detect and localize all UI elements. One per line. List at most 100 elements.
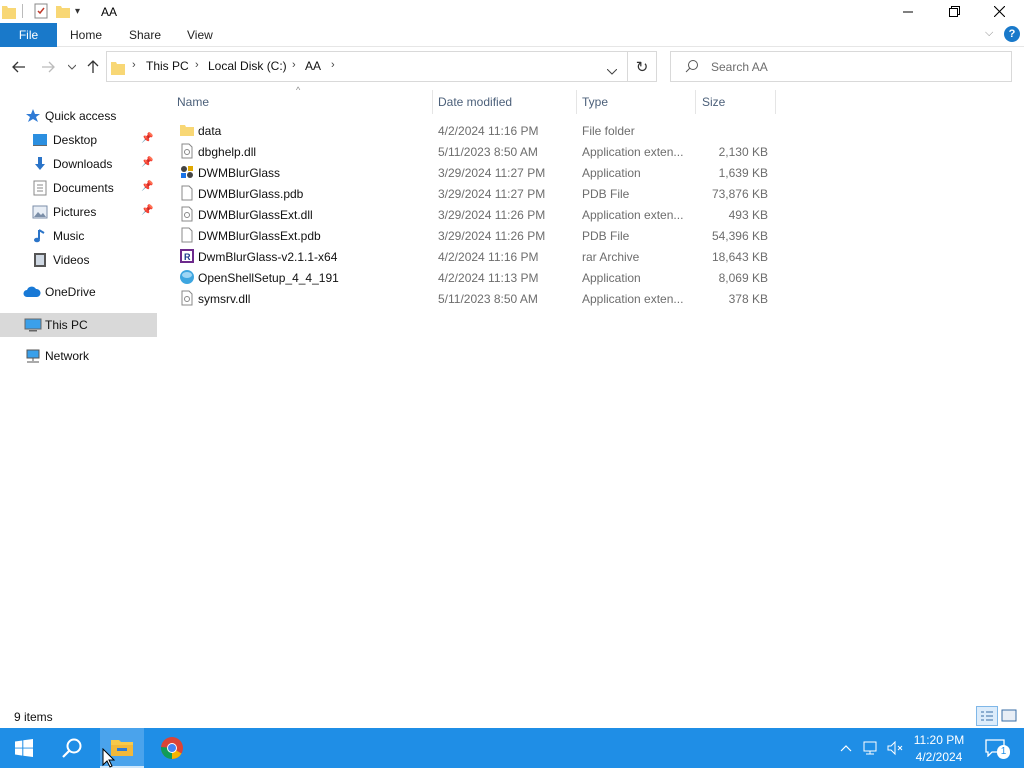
refresh-button[interactable]: ↻	[628, 51, 657, 82]
breadcrumb-separator[interactable]: ›	[331, 59, 335, 71]
expand-ribbon-icon[interactable]: ⌵	[985, 27, 993, 40]
help-icon[interactable]: ?	[1004, 26, 1020, 42]
file-row[interactable]: dbghelp.dll 5/11/2023 8:50 AM Application …	[157, 141, 1024, 162]
back-button[interactable]	[9, 57, 29, 77]
clock-time[interactable]: 11:20 PM	[911, 733, 967, 747]
column-divider[interactable]	[432, 90, 433, 114]
sort-ascending-icon: ^	[296, 85, 301, 95]
column-divider[interactable]	[576, 90, 577, 114]
search-icon	[62, 738, 82, 758]
ribbon: File Home Share View ⌵ ?	[0, 23, 1024, 47]
navigation-pane: Quick access Desktop 📌 Downloads 📌 Docum…	[0, 88, 157, 706]
file-name[interactable]: OpenShellSetup_4_4_191	[198, 271, 339, 285]
file-row[interactable]: DWMBlurGlass 3/29/2024 11:27 PM Applicatio…	[157, 162, 1024, 183]
file-name[interactable]: data	[198, 124, 221, 138]
file-type: PDB File	[582, 187, 630, 201]
breadcrumb-local-disk[interactable]: Local Disk (C:)	[208, 59, 287, 73]
file-name[interactable]: DWMBlurGlass.pdb	[198, 187, 303, 201]
file-name[interactable]: DWMBlurGlass	[198, 166, 280, 180]
column-header-date[interactable]: Date modified	[438, 95, 512, 109]
column-header-type[interactable]: Type	[582, 95, 608, 109]
breadcrumb-separator[interactable]: ›	[195, 59, 199, 71]
details-view-icon[interactable]	[976, 706, 998, 726]
file-name[interactable]: DwmBlurGlass-v2.1.1-x64	[198, 250, 337, 264]
nav-documents[interactable]: Documents 📌	[0, 176, 157, 200]
column-divider[interactable]	[775, 90, 776, 114]
nav-label: Documents	[53, 181, 114, 195]
file-row[interactable]: DWMBlurGlass.pdb 3/29/2024 11:27 PM PDB Fi…	[157, 183, 1024, 204]
nav-network[interactable]: Network	[0, 344, 157, 368]
file-row[interactable]: DWMBlurGlassExt.pdb 3/29/2024 11:26 PM PDB…	[157, 225, 1024, 246]
column-header-size[interactable]: Size	[702, 95, 725, 109]
status-bar: 9 items	[0, 706, 1024, 728]
file-name[interactable]: dbghelp.dll	[198, 145, 256, 159]
pin-icon[interactable]: 📌	[141, 133, 153, 144]
file-name[interactable]: DWMBlurGlassExt.dll	[198, 208, 313, 222]
show-hidden-icons-button[interactable]	[836, 728, 856, 768]
tab-file[interactable]: File	[0, 23, 57, 47]
breadcrumb-aa[interactable]: AA	[305, 59, 321, 73]
file-row[interactable]: DWMBlurGlassExt.dll 3/29/2024 11:26 PM App…	[157, 204, 1024, 225]
file-type: PDB File	[582, 229, 630, 243]
window-title: AA	[101, 5, 118, 19]
file-type: Application	[582, 271, 641, 285]
file-date: 4/2/2024 11:16 PM	[438, 250, 539, 264]
column-divider[interactable]	[695, 90, 696, 114]
column-header-name[interactable]: Name	[177, 95, 209, 109]
pin-icon[interactable]: 📌	[141, 205, 153, 216]
file-name[interactable]: DWMBlurGlassExt.pdb	[198, 229, 321, 243]
file-size: 8,069 KB	[718, 271, 768, 285]
recent-locations-button[interactable]	[62, 57, 82, 77]
file-name[interactable]: symsrv.dll	[198, 292, 250, 306]
nav-desktop[interactable]: Desktop 📌	[0, 128, 157, 152]
close-button[interactable]	[976, 0, 1022, 23]
pin-icon[interactable]: 📌	[141, 157, 153, 168]
explorer-window: ▾ AA File Home Share View ⌵ ? › This PC …	[0, 0, 1024, 768]
file-row[interactable]: data 4/2/2024 11:16 PM File folder	[157, 120, 1024, 141]
nav-onedrive[interactable]: OneDrive	[0, 280, 157, 304]
address-bar[interactable]: › This PC › Local Disk (C:) › AA ›	[106, 51, 628, 82]
minimize-button[interactable]	[885, 0, 931, 23]
network-tray-icon[interactable]	[860, 728, 882, 768]
nav-videos[interactable]: Videos	[0, 248, 157, 272]
pin-icon[interactable]: 📌	[141, 181, 153, 192]
file-row[interactable]: symsrv.dll 5/11/2023 8:50 AM Application e…	[157, 288, 1024, 309]
nav-downloads[interactable]: Downloads 📌	[0, 152, 157, 176]
breadcrumb-separator[interactable]: ›	[292, 59, 296, 71]
nav-music[interactable]: Music	[0, 224, 157, 248]
up-button[interactable]	[83, 57, 103, 77]
search-button[interactable]	[50, 728, 94, 768]
nav-this-pc[interactable]: This PC	[0, 313, 157, 337]
properties-icon[interactable]	[33, 3, 49, 19]
large-icons-view-icon[interactable]	[1001, 708, 1017, 724]
volume-muted-icon[interactable]	[884, 728, 906, 768]
nav-label: Videos	[53, 253, 90, 267]
action-center-button[interactable]: 1	[978, 728, 1012, 768]
new-folder-icon[interactable]	[55, 3, 71, 19]
file-size: 378 KB	[728, 292, 768, 306]
breadcrumb-separator[interactable]: ›	[132, 59, 136, 71]
customize-qat-icon[interactable]: ▾	[75, 6, 91, 22]
search-box[interactable]: Search AA	[670, 51, 1012, 82]
file-date: 5/11/2023 8:50 AM	[438, 145, 538, 159]
taskbar-chrome[interactable]	[150, 728, 194, 768]
file-row[interactable]: R DwmBlurGlass-v2.1.1-x64 4/2/2024 11:16 P…	[157, 246, 1024, 267]
folder-icon	[179, 122, 195, 138]
notification-count: 1	[997, 745, 1010, 759]
restore-button[interactable]	[931, 0, 977, 23]
address-dropdown-icon[interactable]	[606, 64, 618, 78]
file-row[interactable]: OpenShellSetup_4_4_191 4/2/2024 11:13 PM A…	[157, 267, 1024, 288]
breadcrumb-this-pc[interactable]: This PC	[146, 59, 189, 73]
clock-date[interactable]: 4/2/2024	[911, 750, 967, 764]
forward-button[interactable]	[38, 57, 58, 77]
nav-pictures[interactable]: Pictures 📌	[0, 200, 157, 224]
tab-share[interactable]: Share	[129, 28, 161, 42]
nav-label: Quick access	[45, 109, 117, 123]
tab-home[interactable]: Home	[70, 28, 102, 42]
start-button[interactable]	[0, 728, 48, 768]
file-date: 3/29/2024 11:26 PM	[438, 229, 546, 243]
search-placeholder[interactable]: Search AA	[711, 60, 768, 74]
nav-quick-access[interactable]: Quick access	[0, 104, 157, 128]
dll-icon	[179, 290, 195, 306]
tab-view[interactable]: View	[187, 28, 213, 42]
